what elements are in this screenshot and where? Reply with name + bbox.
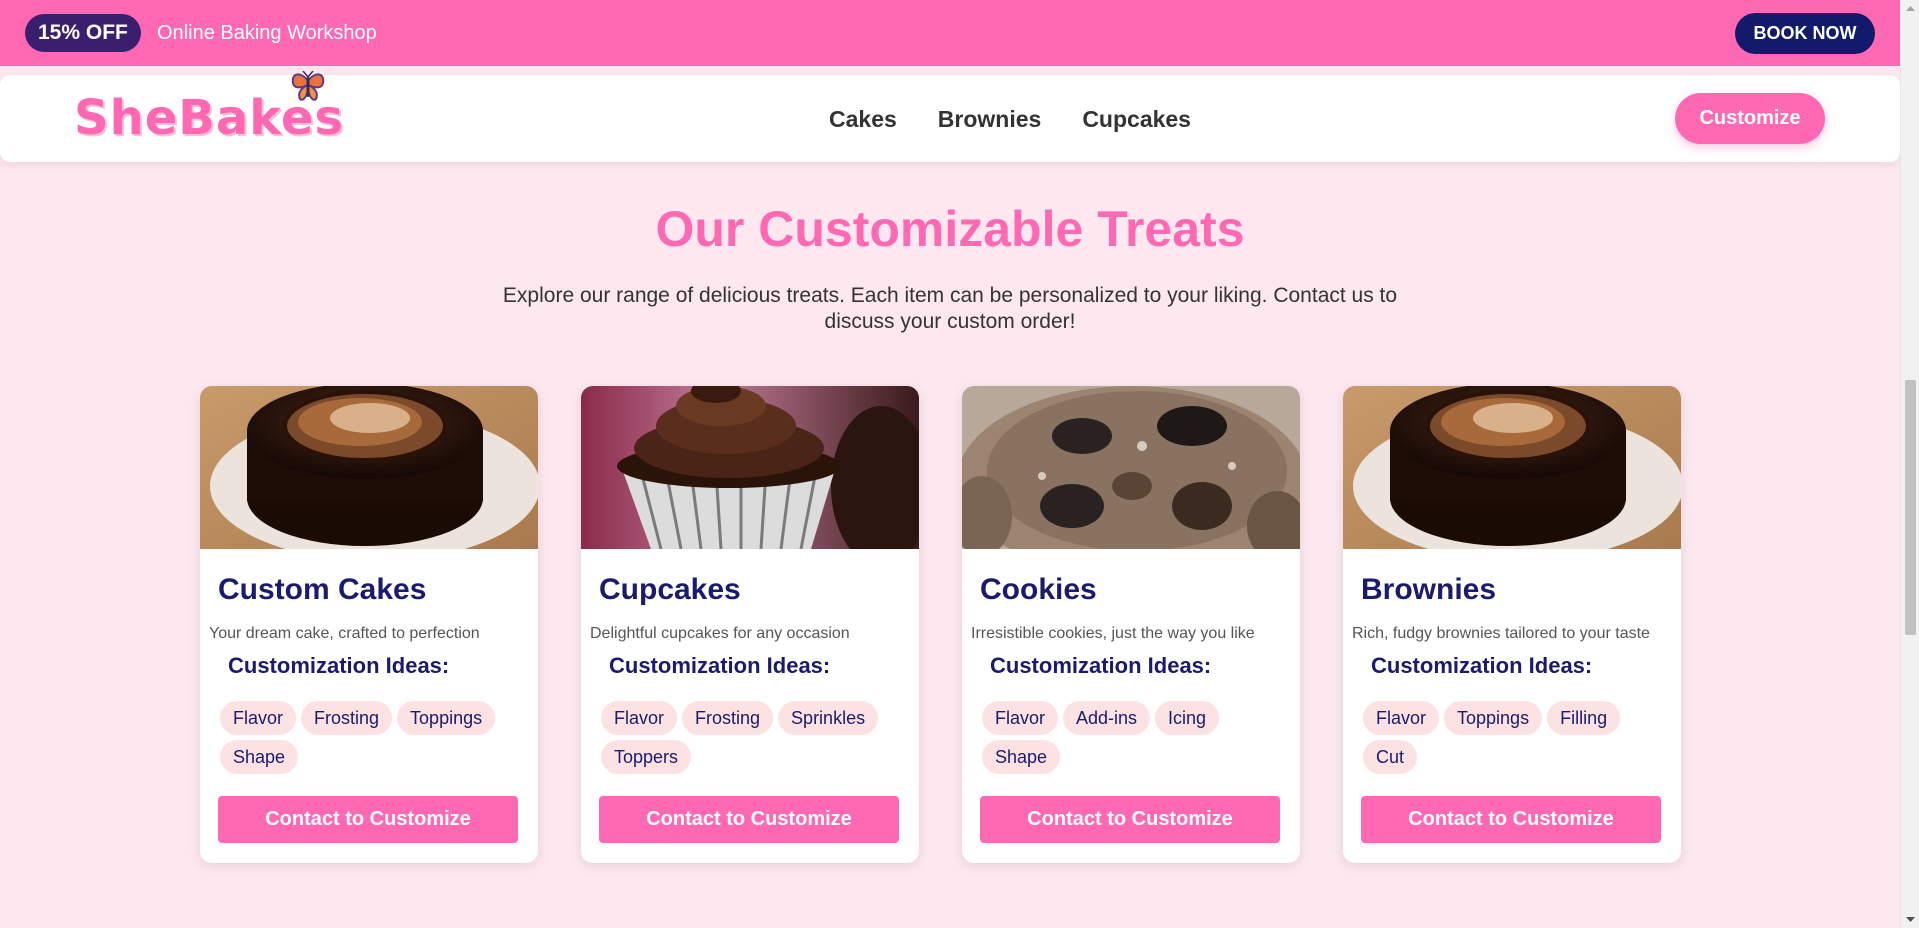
vertical-scrollbar[interactable] [1900, 0, 1919, 928]
card-description: Delightful cupcakes for any occasion [590, 625, 850, 642]
nav-link-cupcakes[interactable]: Cupcakes [1082, 105, 1191, 133]
tag: Frosting [682, 701, 774, 735]
butterfly-icon [291, 71, 325, 101]
promo-text: Online Baking Workshop [157, 22, 377, 44]
card-title: Cookies [980, 573, 1097, 606]
cookie-image [962, 386, 1300, 549]
tag: Flavor [982, 701, 1059, 735]
tag: Flavor [601, 701, 678, 735]
tag: Cut [1363, 740, 1418, 774]
section-description: Explore our range of delicious treats. E… [502, 284, 1398, 333]
chocolate-cake-image [1343, 386, 1681, 549]
tag-list: Flavor Toppings Filling Cut [1363, 701, 1663, 774]
page: 15% OFF Online Baking Workshop BOOK NOW … [0, 0, 1900, 928]
scrollbar-thumb[interactable] [1905, 380, 1916, 635]
tag-list: Flavor Frosting Sprinkles Toppers [601, 701, 901, 774]
tag: Shape [982, 740, 1061, 774]
tag: Icing [1155, 701, 1220, 735]
tag-list: Flavor Frosting Toppings Shape [220, 701, 520, 774]
nav-links: Cakes Brownies Cupcakes [829, 105, 1191, 133]
customization-ideas-heading: Customization Ideas: [1371, 653, 1593, 678]
chocolate-cake-image [200, 386, 538, 549]
tag: Toppings [397, 701, 496, 735]
tag: Filling [1547, 701, 1621, 735]
tag: Toppers [601, 740, 692, 774]
tag-list: Flavor Add-ins Icing Shape [982, 701, 1282, 774]
discount-badge: 15% OFF [25, 14, 141, 52]
card-description: Rich, fudgy brownies tailored to your ta… [1352, 625, 1650, 642]
product-card-cookies: Cookies Irresistible cookies, just the w… [962, 386, 1300, 863]
card-title: Brownies [1361, 573, 1497, 606]
customization-ideas-heading: Customization Ideas: [990, 653, 1212, 678]
section-title: Our Customizable Treats [655, 201, 1245, 257]
contact-to-customize-button[interactable]: Contact to Customize [1361, 796, 1661, 843]
tag: Frosting [301, 701, 393, 735]
tag: Toppings [1444, 701, 1543, 735]
card-description: Irresistible cookies, just the way you l… [971, 625, 1255, 642]
product-card-custom-cakes: Custom Cakes Your dream cake, crafted to… [200, 386, 538, 863]
tag: Flavor [220, 701, 297, 735]
nav-link-cakes[interactable]: Cakes [829, 105, 897, 133]
book-now-button[interactable]: BOOK NOW [1735, 13, 1875, 54]
card-title: Custom Cakes [218, 573, 427, 606]
product-card-brownies: Brownies Rich, fudgy brownies tailored t… [1343, 386, 1681, 863]
contact-to-customize-button[interactable]: Contact to Customize [980, 796, 1280, 843]
card-description: Your dream cake, crafted to perfection [209, 625, 480, 642]
promo-bar: 15% OFF Online Baking Workshop BOOK NOW [0, 0, 1900, 66]
nav-link-brownies[interactable]: Brownies [938, 105, 1042, 133]
tag: Shape [220, 740, 299, 774]
product-card-cupcakes: Cupcakes Delightful cupcakes for any occ… [581, 386, 919, 863]
contact-to-customize-button[interactable]: Contact to Customize [218, 796, 518, 843]
customize-button[interactable]: Customize [1675, 93, 1825, 144]
tag: Add-ins [1063, 701, 1151, 735]
chocolate-cupcake-image [581, 386, 919, 549]
tag: Flavor [1363, 701, 1440, 735]
customization-ideas-heading: Customization Ideas: [228, 653, 450, 678]
tag: Sprinkles [778, 701, 879, 735]
contact-to-customize-button[interactable]: Contact to Customize [599, 796, 899, 843]
scroll-up-arrow-icon[interactable] [1901, 0, 1919, 17]
scroll-down-arrow-icon[interactable] [1901, 911, 1919, 928]
customization-ideas-heading: Customization Ideas: [609, 653, 831, 678]
card-title: Cupcakes [599, 573, 741, 606]
